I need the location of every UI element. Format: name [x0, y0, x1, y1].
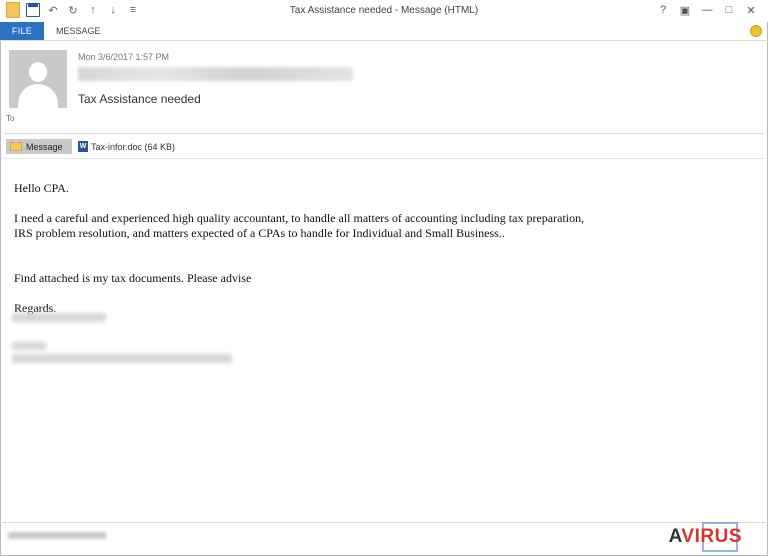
minimize-button[interactable]: — — [696, 2, 718, 18]
avatar-head-icon — [29, 62, 47, 82]
title-bar: ↶ ↻ ↑ ↓ ≡ Tax Assistance needed - Messag… — [0, 0, 768, 22]
tab-file[interactable]: FILE — [0, 22, 44, 40]
envelope-icon — [10, 142, 22, 151]
footer-divider — [0, 522, 768, 523]
sender-avatar — [9, 50, 67, 108]
message-body: Hello CPA. I need a careful and experien… — [14, 181, 584, 316]
message-attachment-tab[interactable]: Message — [6, 139, 72, 154]
help-button[interactable]: ? — [652, 2, 674, 18]
status-bar-redacted — [8, 532, 106, 539]
attachment-file[interactable]: W Tax-infor.doc (64 KB) — [78, 139, 175, 154]
signature-name-redacted — [12, 313, 106, 322]
message-date: Mon 3/6/2017 1:57 PM — [78, 52, 170, 62]
window-controls: ? ▣ — □ ✕ — [652, 2, 762, 18]
watermark-logo: AVIRUS — [669, 526, 742, 548]
maximize-button[interactable]: □ — [718, 2, 740, 18]
signature-line-redacted — [12, 342, 46, 350]
attachment-file-label: Tax-infor.doc (64 KB) — [91, 141, 176, 152]
sender-name-redacted — [78, 67, 353, 81]
ribbon-display-options-button[interactable]: ▣ — [674, 2, 696, 18]
tab-message[interactable]: MESSAGE — [56, 22, 101, 40]
to-label: To — [6, 114, 15, 123]
attachments-divider — [4, 158, 764, 159]
message-attachment-label: Message — [26, 141, 63, 152]
header-divider — [4, 133, 764, 134]
watermark-a: A — [668, 526, 682, 547]
word-document-icon: W — [78, 141, 88, 152]
message-subject: Tax Assistance needed — [78, 92, 201, 106]
feedback-smiley-icon[interactable] — [750, 25, 762, 37]
body-greeting: Hello CPA. — [14, 181, 69, 195]
signature-address-redacted — [12, 354, 232, 363]
ribbon-tabs: FILE MESSAGE — [0, 22, 768, 41]
avatar-shoulders-icon — [18, 84, 58, 108]
body-line-3: Find attached is my tax documents. Pleas… — [14, 271, 252, 285]
body-line-2: IRS problem resolution, and matters expe… — [14, 226, 505, 240]
watermark-text: VIRUS — [681, 526, 742, 547]
body-line-1: I need a careful and experienced high qu… — [14, 211, 585, 225]
close-button[interactable]: ✕ — [740, 2, 762, 18]
